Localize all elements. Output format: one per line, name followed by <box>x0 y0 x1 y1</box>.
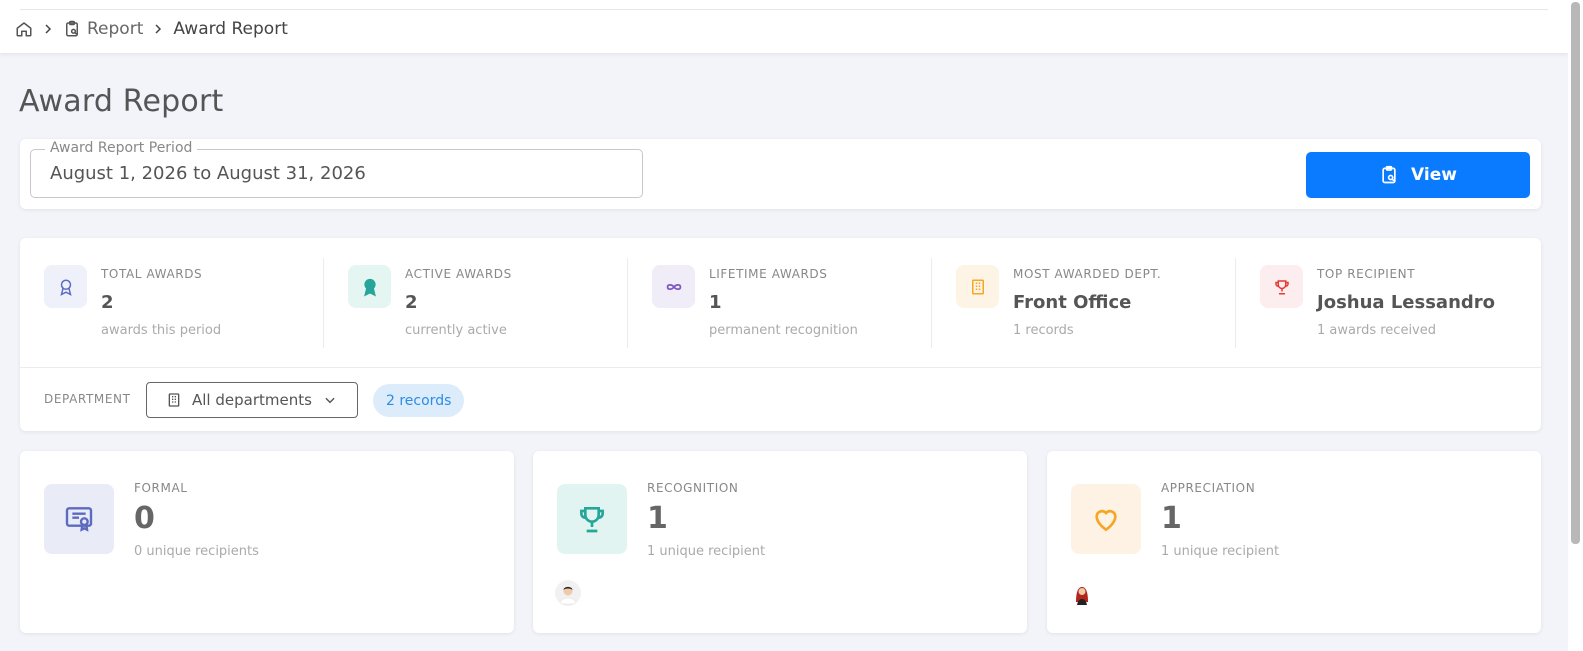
stat-value: 2 <box>405 292 418 313</box>
stat-label: ACTIVE AWARDS <box>405 267 512 281</box>
breadcrumb-current: Award Report <box>173 19 288 39</box>
award-ribbon-filled-icon <box>348 265 391 308</box>
page-title: Award Report <box>19 84 224 119</box>
award-type-card-formal: FORMAL 0 0 unique recipients <box>20 451 514 633</box>
view-button[interactable]: View <box>1306 152 1530 198</box>
recipient-avatar[interactable] <box>555 580 581 606</box>
top-divider <box>20 9 1548 10</box>
period-field-value[interactable]: August 1, 2026 to August 31, 2026 <box>50 163 366 184</box>
stat-label: TOTAL AWARDS <box>101 267 203 281</box>
stat-active-awards: ACTIVE AWARDS 2 currently active <box>324 238 628 367</box>
stat-total-awards: TOTAL AWARDS 2 awards this period <box>20 238 324 367</box>
stat-lifetime-awards: LIFETIME AWARDS 1 permanent recognition <box>628 238 932 367</box>
chevron-right-icon <box>42 23 54 35</box>
building-icon <box>956 265 999 308</box>
period-card: Award Report Period August 1, 2026 to Au… <box>20 139 1541 209</box>
stat-most-awarded-dept: MOST AWARDED DEPT. Front Office 1 record… <box>932 238 1236 367</box>
department-label: DEPARTMENT <box>44 392 131 406</box>
scrollbar-thumb[interactable] <box>1571 2 1580 544</box>
infinity-icon <box>652 265 695 308</box>
breadcrumb-report[interactable]: Report <box>87 19 143 39</box>
stat-sub: currently active <box>405 323 507 338</box>
stat-value: 2 <box>101 292 114 313</box>
award-type-card-recognition: RECOGNITION 1 1 unique recipient <box>533 451 1027 633</box>
chevron-right-icon <box>152 23 164 35</box>
award-type-card-appreciation: APPRECIATION 1 1 unique recipient <box>1047 451 1541 633</box>
stat-value: Front Office <box>1013 292 1132 313</box>
award-ribbon-icon <box>44 265 87 308</box>
period-field-label: Award Report Period <box>45 140 198 156</box>
award-type-label: APPRECIATION <box>1161 481 1256 495</box>
stat-value: 1 <box>709 292 722 313</box>
breadcrumb: Report Award Report <box>15 19 288 39</box>
heart-icon <box>1071 484 1141 554</box>
stat-label: TOP RECIPIENT <box>1317 267 1416 281</box>
records-badge: 2 records <box>373 384 465 417</box>
page-scrollbar[interactable] <box>1568 0 1583 651</box>
recipient-avatar[interactable] <box>1069 580 1095 606</box>
stats-row: TOTAL AWARDS 2 awards this period ACTIVE… <box>20 238 1541 368</box>
department-select-value: All departments <box>192 391 312 409</box>
award-type-sub: 1 unique recipient <box>647 544 766 559</box>
stat-label: MOST AWARDED DEPT. <box>1013 267 1162 281</box>
certificate-icon <box>44 484 114 554</box>
period-field[interactable]: Award Report Period August 1, 2026 to Au… <box>30 140 643 198</box>
department-filter-row: DEPARTMENT All departments 2 records <box>20 369 1541 431</box>
clipboard-search-icon <box>63 20 81 38</box>
clipboard-search-icon <box>1379 165 1399 185</box>
award-type-sub: 1 unique recipient <box>1161 544 1280 559</box>
top-bar: Report Award Report <box>0 0 1568 53</box>
stat-label: LIFETIME AWARDS <box>709 267 828 281</box>
stat-sub: 1 records <box>1013 323 1074 338</box>
award-type-label: FORMAL <box>134 481 188 495</box>
stat-sub: 1 awards received <box>1317 323 1436 338</box>
stat-sub: awards this period <box>101 323 222 338</box>
trophy-icon <box>1260 265 1303 308</box>
award-type-label: RECOGNITION <box>647 481 739 495</box>
stat-sub: permanent recognition <box>709 323 858 338</box>
stat-top-recipient: TOP RECIPIENT Joshua Lessandro 1 awards … <box>1236 238 1540 367</box>
stat-value: Joshua Lessandro <box>1317 292 1496 313</box>
stats-card: TOTAL AWARDS 2 awards this period ACTIVE… <box>20 238 1541 431</box>
trophy-icon <box>557 484 627 554</box>
award-type-value: 1 <box>1161 501 1182 536</box>
chevron-down-icon <box>323 393 337 407</box>
view-button-label: View <box>1411 165 1457 185</box>
home-icon[interactable] <box>15 20 33 38</box>
department-select[interactable]: All departments <box>146 382 358 418</box>
building-icon <box>166 392 182 408</box>
award-type-sub: 0 unique recipients <box>134 544 259 559</box>
award-type-value: 1 <box>647 501 668 536</box>
award-type-value: 0 <box>134 501 155 536</box>
